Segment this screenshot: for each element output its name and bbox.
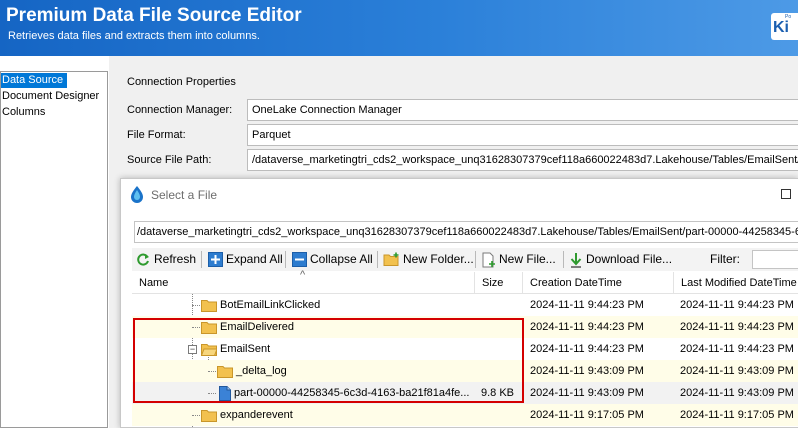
row-modified: 2024-11-11 9:44:23 PM	[680, 321, 794, 333]
new-file-icon	[482, 252, 495, 267]
row-modified: 2024-11-11 9:43:09 PM	[680, 387, 794, 399]
row-created: 2024-11-11 9:44:23 PM	[530, 299, 644, 311]
file-grid-header: Name ^ Size Creation DateTime Last Modif…	[132, 269, 798, 294]
new-folder-icon	[383, 252, 399, 266]
column-header-created[interactable]: Creation DateTime	[523, 272, 622, 294]
row-modified: 2024-11-11 9:43:09 PM	[680, 365, 794, 377]
filter-input[interactable]	[752, 250, 798, 269]
row-name: expanderevent	[220, 409, 293, 421]
row-name: BotEmailLinkClicked	[220, 299, 321, 311]
filter-label: Filter:	[710, 252, 740, 266]
tree-guide-line	[192, 415, 200, 416]
expand-all-label: Expand All	[226, 252, 283, 266]
source-file-path-label: Source File Path:	[127, 154, 212, 166]
plus-box-icon	[208, 252, 223, 267]
row-created: 2024-11-11 9:43:09 PM	[530, 365, 644, 377]
connection-manager-field[interactable]: OneLake Connection Manager	[247, 99, 798, 121]
onelake-icon	[131, 186, 143, 203]
toolbar-separator	[377, 251, 378, 268]
toolbar-separator	[475, 251, 476, 268]
refresh-icon	[137, 253, 149, 265]
column-header-modified[interactable]: Last Modified DateTime	[674, 272, 797, 294]
download-file-button[interactable]: Download File...	[569, 250, 672, 269]
row-created: 2024-11-11 9:43:09 PM	[530, 387, 644, 399]
nav-item-columns[interactable]: Columns	[1, 105, 49, 120]
table-row[interactable]: expanderevent 2024-11-11 9:17:05 PM 2024…	[132, 404, 798, 426]
row-created: 2024-11-11 9:44:23 PM	[530, 321, 644, 333]
refresh-button[interactable]: Refresh	[135, 250, 196, 269]
dialog-titlebar[interactable]: Select a File	[121, 179, 798, 209]
file-toolbar: Refresh Expand All Collapse All New Fold…	[132, 248, 798, 271]
collapse-all-button[interactable]: Collapse All	[292, 250, 373, 269]
file-format-field[interactable]: Parquet	[247, 124, 798, 146]
column-header-size[interactable]: Size	[475, 272, 503, 294]
minus-box-icon	[292, 252, 307, 267]
column-header-name[interactable]: Name	[132, 272, 168, 294]
nav-item-document-designer[interactable]: Document Designer	[1, 89, 103, 104]
folder-icon	[201, 409, 217, 422]
row-created: 2024-11-11 9:17:05 PM	[530, 409, 644, 421]
connection-properties-title: Connection Properties	[127, 76, 236, 88]
sort-ascending-icon: ^	[300, 269, 306, 281]
toolbar-separator	[563, 251, 564, 268]
new-folder-button[interactable]: New Folder...	[383, 250, 474, 269]
row-modified: 2024-11-11 9:17:05 PM	[680, 409, 794, 421]
logo-text: Ki	[773, 19, 789, 36]
toolbar-separator	[201, 251, 202, 268]
new-folder-label: New Folder...	[403, 252, 474, 266]
page-navigation: Data Source Document Designer Columns	[0, 71, 108, 428]
row-modified: 2024-11-11 9:44:23 PM	[680, 299, 794, 311]
refresh-label: Refresh	[154, 252, 197, 266]
row-created: 2024-11-11 9:44:23 PM	[530, 343, 644, 355]
row-modified: 2024-11-11 9:44:23 PM	[680, 343, 794, 355]
editor-header: Premium Data File Source Editor Retrieve…	[0, 0, 798, 56]
tree-guide-line	[192, 305, 200, 306]
editor-subtitle: Retrieves data files and extracts them i…	[8, 30, 260, 42]
maximize-icon[interactable]	[781, 189, 791, 199]
table-row[interactable]: BotEmailLinkClicked 2024-11-11 9:44:23 P…	[132, 294, 798, 316]
highlight-box	[133, 318, 524, 403]
folder-icon	[201, 299, 217, 312]
new-file-button[interactable]: New File...	[481, 250, 556, 269]
dialog-title: Select a File	[151, 188, 218, 202]
row-name-cell: expanderevent	[201, 404, 293, 426]
nav-item-data-source[interactable]: Data Source	[1, 73, 68, 88]
download-file-label: Download File...	[586, 252, 673, 266]
new-file-label: New File...	[499, 252, 556, 266]
collapse-all-label: Collapse All	[310, 252, 373, 266]
brand-logo: Po Ki	[771, 13, 798, 40]
download-icon	[570, 252, 582, 268]
expand-all-button[interactable]: Expand All	[208, 250, 283, 269]
file-format-label: File Format:	[127, 129, 186, 141]
toolbar-separator	[285, 251, 286, 268]
source-file-path-field[interactable]: /dataverse_marketingtri_cds2_workspace_u…	[247, 149, 798, 171]
connection-manager-label: Connection Manager:	[127, 104, 233, 116]
editor-title: Premium Data File Source Editor	[6, 5, 302, 26]
selected-path-field[interactable]: /dataverse_marketingtri_cds2_workspace_u…	[134, 221, 798, 243]
row-name-cell: BotEmailLinkClicked	[201, 294, 320, 316]
